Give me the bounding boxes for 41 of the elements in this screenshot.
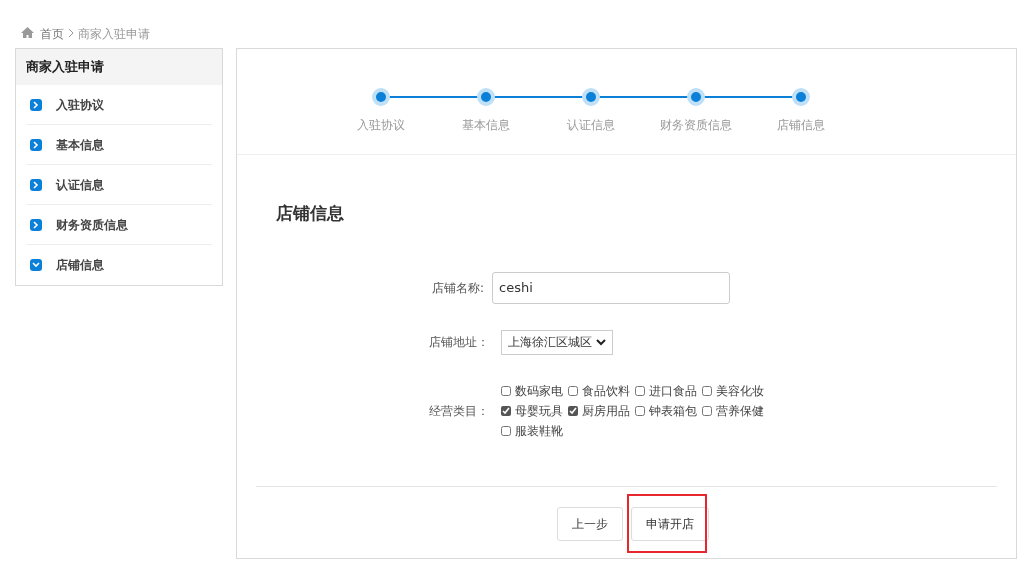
button[interactable]: 上一步 xyxy=(556,506,623,541)
checkbox[interactable] xyxy=(568,385,578,396)
sidebar-item[interactable]: 入驻协议 xyxy=(26,85,212,125)
checkbox[interactable] xyxy=(501,385,511,396)
chevron-right-icon xyxy=(68,28,74,38)
breadcrumb-link[interactable]: 首页 xyxy=(40,25,64,43)
button[interactable]: 申请开店 xyxy=(630,506,709,541)
sidebar-item[interactable]: 财务资质信息 xyxy=(26,205,212,245)
checkbox[interactable] xyxy=(501,405,511,416)
field-label: 经营类目： xyxy=(428,402,490,420)
step-label: 财务资质信息 xyxy=(659,117,732,134)
checkbox-label[interactable]: 服装鞋靴 xyxy=(515,421,563,440)
step-label: 基本信息 xyxy=(461,117,510,134)
step-label: 入驻协议 xyxy=(356,117,405,134)
sidebar-item[interactable]: 基本信息 xyxy=(26,125,212,165)
step-label: 店铺信息 xyxy=(776,117,825,134)
section-heading: 店铺信息 xyxy=(276,202,345,225)
chevron-down-icon xyxy=(596,338,606,346)
address-select[interactable]: 上海徐汇区城区 xyxy=(501,329,613,355)
checkbox-label[interactable]: 钟表箱包 xyxy=(649,401,697,420)
sidebar-item[interactable]: 认证信息 xyxy=(26,165,212,205)
field-label: 店铺名称: xyxy=(430,279,485,297)
checkbox[interactable] xyxy=(568,405,578,416)
checkbox-label[interactable]: 营养保健 xyxy=(716,401,764,420)
sidebar-item[interactable]: 店铺信息 xyxy=(26,245,212,285)
checkbox-label[interactable]: 进口食品 xyxy=(649,381,697,400)
checkbox-label[interactable]: 厨房用品 xyxy=(582,401,630,420)
checkbox-label[interactable]: 食品饮料 xyxy=(582,381,630,400)
checkbox[interactable] xyxy=(702,405,712,416)
checkbox-label[interactable]: 母婴玩具 xyxy=(515,401,563,420)
step-label: 认证信息 xyxy=(566,117,615,134)
checkbox[interactable] xyxy=(635,385,645,396)
checkbox-label[interactable]: 美容化妆 xyxy=(716,381,764,400)
checkbox-label[interactable]: 数码家电 xyxy=(515,381,563,400)
checkbox[interactable] xyxy=(702,385,712,396)
checkbox[interactable] xyxy=(501,425,511,436)
field-label: 店铺地址： xyxy=(428,334,490,351)
checkbox[interactable] xyxy=(635,405,645,416)
shop-name-field[interactable]: ceshi xyxy=(492,271,730,304)
sidebar-title: 商家入驻申请 xyxy=(26,58,104,77)
home-icon xyxy=(21,27,34,38)
